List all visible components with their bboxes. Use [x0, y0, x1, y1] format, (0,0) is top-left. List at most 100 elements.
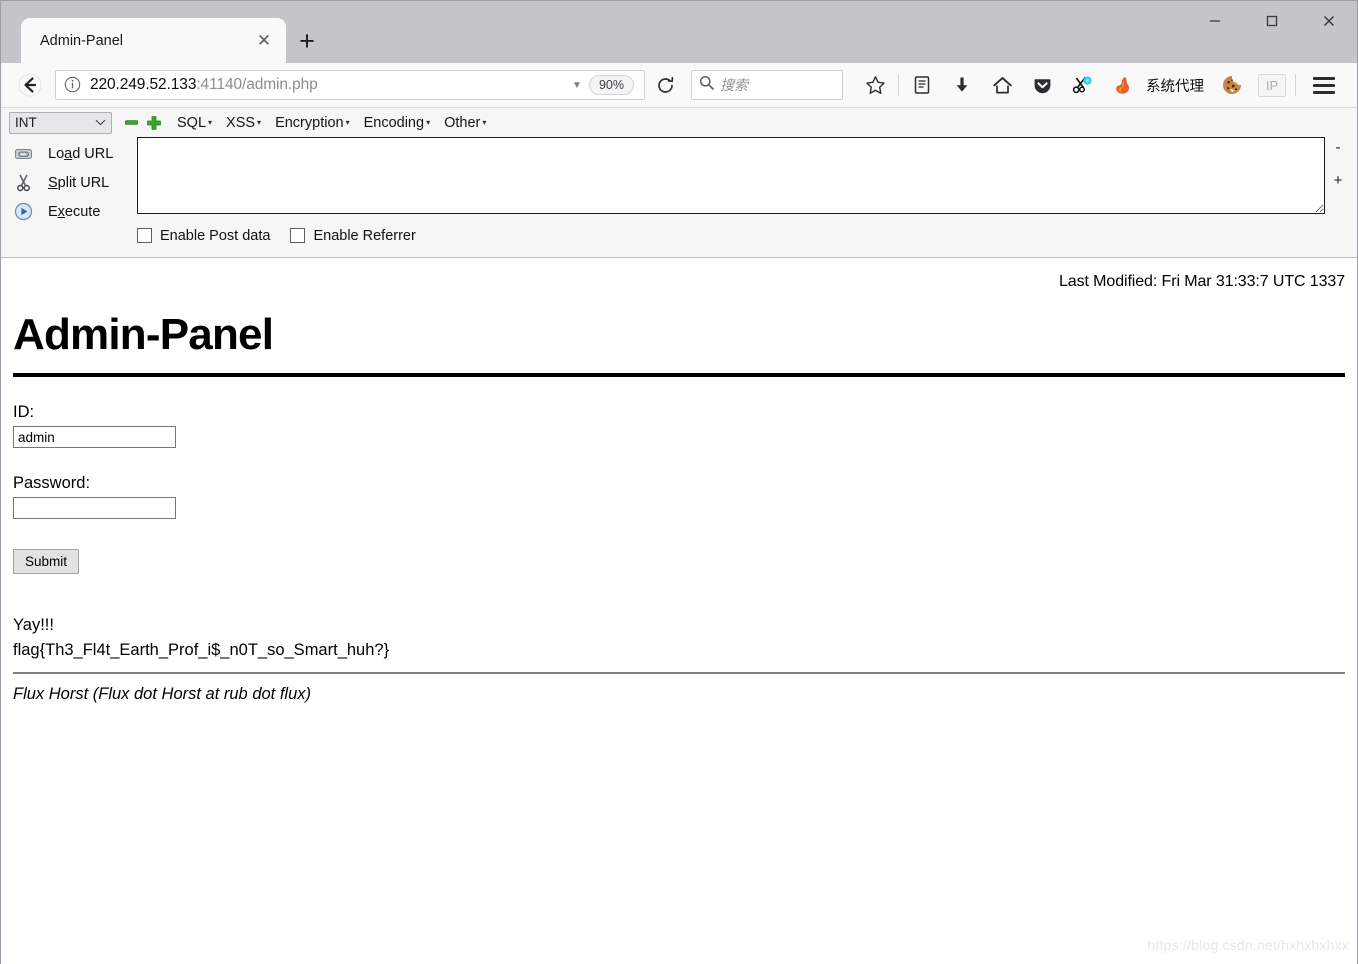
pocket-icon[interactable]: [1022, 68, 1062, 102]
tab-close-icon[interactable]: ✕: [250, 27, 278, 55]
search-bar[interactable]: 搜索: [691, 70, 843, 100]
hackbar-checkbox-row: Enable Post data Enable Referrer: [137, 219, 1325, 247]
hackbar-split-url-label: Split URL: [48, 175, 109, 191]
hackbar-zoom-out-button[interactable]: -: [1336, 140, 1341, 155]
reader-view-icon[interactable]: [902, 68, 942, 102]
url-path: :41140/admin.php: [196, 76, 317, 93]
hackbar-url-textarea[interactable]: [137, 137, 1325, 214]
hackbar-menu-row: INT SQL▾ XSS▾ Encryption▾ Encoding▾ Othe…: [1, 108, 1357, 137]
maximize-window-icon[interactable]: [1243, 1, 1300, 41]
result-line-flag: flag{Th3_Fl4t_Earth_Prof_i$_n0T_so_Smart…: [13, 638, 1345, 663]
hackbar-menu-encoding[interactable]: Encoding▾: [364, 115, 430, 131]
proxy-label[interactable]: 系统代理: [1146, 75, 1204, 96]
navigation-toolbar: 220.249.52.133:41140/admin.php ▼ 90% 搜索: [1, 63, 1357, 108]
hackbar-panel: INT SQL▾ XSS▾ Encryption▾ Encoding▾ Othe…: [1, 108, 1357, 258]
firebug-icon[interactable]: [1102, 68, 1142, 102]
checkbox-box[interactable]: [137, 228, 152, 243]
hackbar-type-select-value: INT: [15, 115, 37, 130]
hackbar-menu-sql[interactable]: SQL▾: [177, 115, 212, 131]
browser-window: Admin-Panel ✕ +: [0, 0, 1358, 964]
app-menu-icon[interactable]: [1307, 70, 1341, 100]
reload-button-icon[interactable]: [649, 70, 681, 100]
hackbar-enable-post-data-label: Enable Post data: [160, 228, 270, 244]
hackbar-enable-referrer-checkbox[interactable]: Enable Referrer: [290, 228, 415, 244]
hackbar-load-url-action[interactable]: Load URL: [1, 139, 137, 168]
watermark-text: https://blog.csdn.net/hxhxhxhxx: [1147, 937, 1349, 953]
zoom-level-badge[interactable]: 90%: [589, 75, 634, 95]
hamburger-line: [1313, 77, 1335, 80]
minimize-window-icon[interactable]: [1186, 1, 1243, 41]
submit-button[interactable]: Submit: [13, 549, 79, 574]
hackbar-zoom-controls: - +: [1325, 140, 1351, 188]
hackbar-menu-encryption-label: Encryption: [275, 115, 344, 131]
caret-icon: ▾: [257, 118, 261, 127]
address-bar[interactable]: 220.249.52.133:41140/admin.php ▼ 90%: [55, 70, 645, 100]
caret-icon: ▾: [346, 118, 350, 127]
cookie-icon[interactable]: [1212, 68, 1252, 102]
page-title: Admin-Panel: [13, 313, 1345, 357]
hackbar-load-url-label: Load URL: [48, 146, 113, 162]
hackbar-menu-encryption[interactable]: Encryption▾: [275, 115, 350, 131]
hackbar-menu-other-label: Other: [444, 115, 480, 131]
hamburger-line: [1313, 91, 1335, 94]
toolbar-divider-right: [1295, 74, 1296, 96]
result-message: Yay!!! flag{Th3_Fl4t_Earth_Prof_i$_n0T_s…: [13, 613, 1345, 663]
address-bar-dropdown-icon[interactable]: ▼: [567, 80, 587, 91]
hackbar-execute-label: Execute: [48, 204, 100, 220]
id-input[interactable]: [13, 426, 176, 448]
footer-note: Flux Horst (Flux dot Horst at rub dot fl…: [13, 685, 1345, 704]
hackbar-body: Load URL Split URL: [1, 137, 1357, 247]
load-url-icon: [12, 143, 34, 165]
tab-title: Admin-Panel: [40, 33, 250, 49]
browser-tab-admin-panel[interactable]: Admin-Panel ✕: [21, 18, 286, 63]
page-content: Last Modified: Fri Mar 31:33:7 UTC 1337 …: [1, 258, 1357, 964]
hackbar-remove-icon[interactable]: [122, 113, 140, 133]
result-line-yay: Yay!!!: [13, 613, 1345, 638]
hackbar-execute-action[interactable]: Execute: [1, 197, 137, 226]
title-rule: [13, 373, 1345, 377]
hackbar-zoom-in-button[interactable]: +: [1334, 173, 1343, 188]
tab-strip: Admin-Panel ✕ +: [1, 1, 1357, 63]
scissors-icon[interactable]: ✳: [1062, 68, 1102, 102]
toolbar-divider: [898, 74, 899, 96]
hackbar-enable-referrer-label: Enable Referrer: [313, 228, 415, 244]
hackbar-menu-encoding-label: Encoding: [364, 115, 424, 131]
back-button-icon[interactable]: [13, 68, 47, 102]
footer-rule: [13, 672, 1345, 674]
caret-icon: ▾: [426, 118, 430, 127]
address-bar-url: 220.249.52.133:41140/admin.php: [90, 76, 567, 94]
execute-icon: [12, 201, 34, 223]
last-modified-text: Last Modified: Fri Mar 31:33:7 UTC 1337: [13, 258, 1345, 291]
password-field-label: Password:: [13, 474, 1345, 493]
search-input-placeholder: 搜索: [720, 75, 748, 95]
ip-badge[interactable]: IP: [1258, 74, 1286, 97]
home-icon[interactable]: [982, 68, 1022, 102]
hackbar-type-select[interactable]: INT: [9, 112, 112, 134]
hackbar-menu-sql-label: SQL: [177, 115, 206, 131]
search-icon: [699, 75, 714, 95]
bookmark-star-icon[interactable]: [855, 68, 895, 102]
hackbar-menu-other[interactable]: Other▾: [444, 115, 486, 131]
hackbar-actions: Load URL Split URL: [1, 137, 137, 247]
toolbar-icon-row: ✳ 系统代理: [855, 68, 1345, 102]
downloads-icon[interactable]: [942, 68, 982, 102]
chevron-down-icon: [95, 118, 106, 128]
site-info-icon[interactable]: [64, 76, 83, 95]
password-input[interactable]: [13, 497, 176, 519]
hackbar-enable-post-data-checkbox[interactable]: Enable Post data: [137, 228, 270, 244]
hackbar-input-area: Enable Post data Enable Referrer: [137, 137, 1357, 247]
svg-text:✳: ✳: [1085, 77, 1091, 85]
caret-icon: ▾: [482, 118, 486, 127]
hackbar-menu-xss[interactable]: XSS▾: [226, 115, 261, 131]
split-url-icon: [12, 172, 34, 194]
checkbox-box[interactable]: [290, 228, 305, 243]
url-host: 220.249.52.133: [90, 76, 196, 93]
window-controls: [1186, 1, 1357, 41]
id-field-label: ID:: [13, 403, 1345, 422]
hackbar-add-icon[interactable]: [145, 113, 163, 133]
close-window-icon[interactable]: [1300, 1, 1357, 41]
new-tab-button[interactable]: +: [291, 25, 323, 57]
hamburger-line: [1313, 84, 1335, 87]
hackbar-split-url-action[interactable]: Split URL: [1, 168, 137, 197]
caret-icon: ▾: [208, 118, 212, 127]
